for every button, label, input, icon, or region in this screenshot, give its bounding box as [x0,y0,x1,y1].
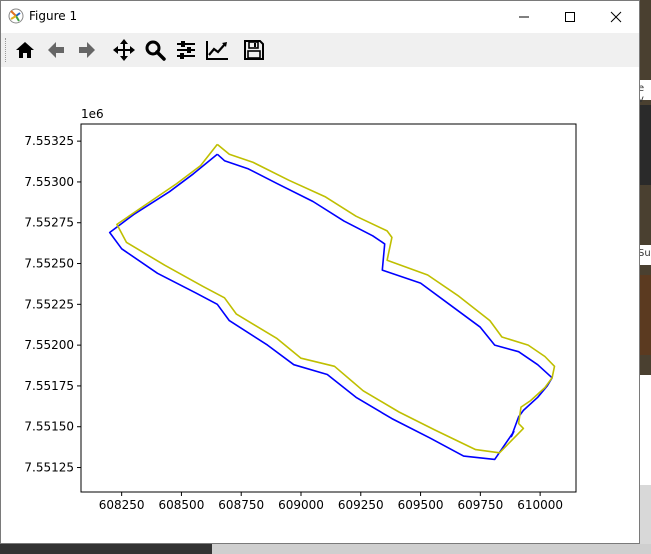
x-tick-label: 608500 [159,498,205,512]
y-tick-label: 7.55200 [24,338,74,352]
back-button[interactable] [42,36,70,64]
y-tick-label: 7.55175 [24,379,74,393]
series-line-2 [116,143,556,454]
close-icon [610,11,622,22]
x-tick-label: 608250 [99,498,145,512]
edit-axis-icon [206,41,228,60]
toolbar-grip[interactable] [5,38,9,62]
edit-axis-button[interactable] [203,36,231,64]
home-button[interactable] [11,36,39,64]
x-tick-label: 609000 [278,498,324,512]
axes: 608250 608500 608750 609000 609250 609500 6097… [24,107,577,512]
y-tick-label: 7.55325 [24,134,74,148]
pan-button[interactable] [110,36,138,64]
x-tick-label: 610000 [517,498,563,512]
back-arrow-icon [48,42,64,58]
zoom-magnifier-icon [145,40,166,61]
close-button[interactable] [593,1,639,32]
y-tick-label: 7.55300 [24,175,74,189]
minimize-button[interactable] [501,1,547,32]
figure-window: Figure 1 608250 608500 608750 609000 609… [0,0,640,544]
y-tick-label: 7.55250 [24,257,74,271]
plot-svg: 608250 608500 608750 609000 609250 609500 6097… [24,107,577,512]
configure-subplots-icon [177,41,195,59]
home-icon [16,42,34,58]
pan-move-icon [113,39,135,61]
x-tick-label: 609750 [457,498,503,512]
background-window-strip: e v Sup [638,0,651,554]
window-title: Figure 1 [29,9,78,23]
axes-frame [80,123,577,493]
navigation-toolbar [1,33,639,67]
y-tick-label: 7.55125 [24,461,74,475]
x-tick-label: 608750 [218,498,264,512]
save-floppy-icon [244,40,264,60]
figure-canvas[interactable]: 608250 608500 608750 609000 609250 609500 6097… [1,67,639,543]
matplotlib-logo-icon [8,8,24,24]
save-button[interactable] [240,36,268,64]
x-tick-label: 609250 [338,498,384,512]
x-tick-label: 609500 [398,498,444,512]
y-tick-label: 7.55225 [24,297,74,311]
minimize-icon [519,16,529,17]
maximize-button[interactable] [547,1,593,32]
maximize-icon [565,11,575,22]
forward-button[interactable] [73,36,101,64]
y-tick-label: 7.55150 [24,420,74,434]
forward-arrow-icon [79,42,95,58]
taskbar-strip [0,544,651,554]
y-tick-label: 7.55275 [24,216,74,230]
y-offset-label: 1e6 [81,107,104,121]
zoom-button[interactable] [141,36,169,64]
configure-subplots-button[interactable] [172,36,200,64]
title-bar[interactable]: Figure 1 [1,1,639,32]
